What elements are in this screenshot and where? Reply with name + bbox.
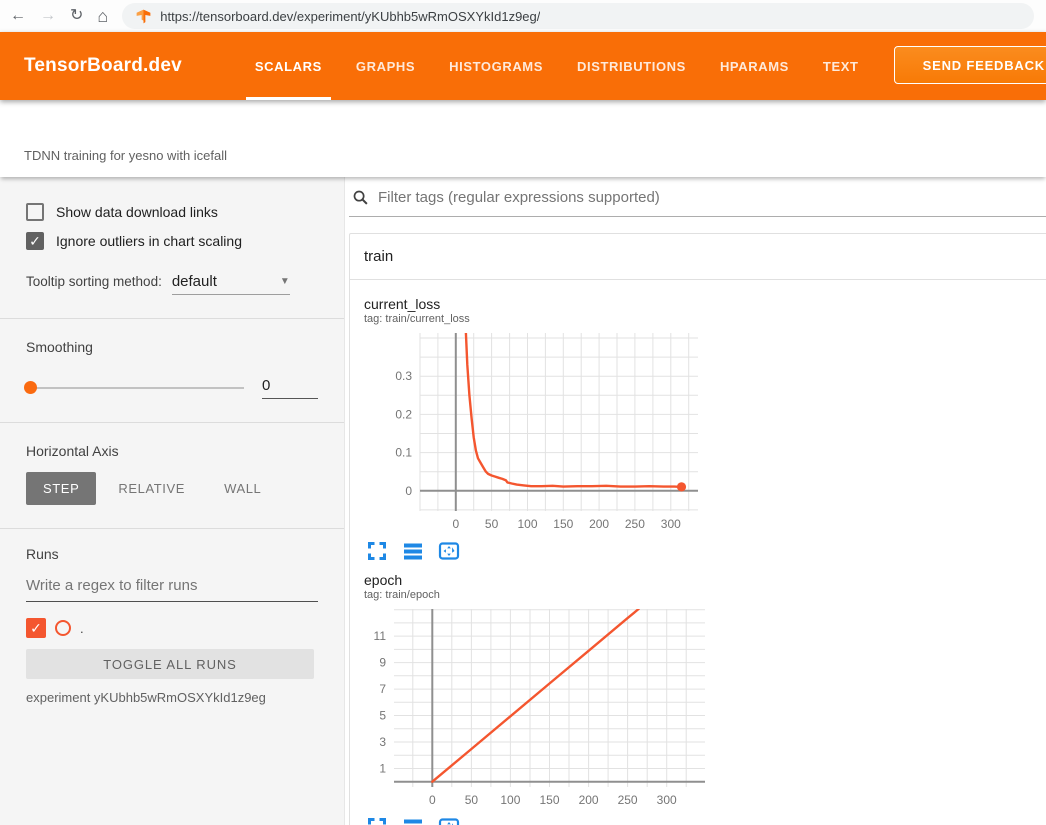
runs-filter-input[interactable] — [26, 577, 318, 602]
content: Show data download links ✓ Ignore outlie… — [0, 177, 1046, 825]
divider — [0, 318, 344, 319]
svg-text:0: 0 — [429, 793, 436, 807]
tab-graphs[interactable]: GRAPHS — [339, 32, 432, 100]
svg-text:5: 5 — [379, 709, 386, 723]
back-icon[interactable]: ← — [10, 8, 26, 24]
run-name: . — [80, 621, 84, 636]
browser-toolbar: ← → ↻ ⌂ https://tensorboard.dev/experime… — [0, 0, 1046, 32]
run-row: ✓ . — [26, 618, 344, 638]
chart-title: current_loss — [364, 296, 705, 312]
chart-plot-current_loss[interactable]: 0 50 100 150 200 250 300 0 0.1 0.2 0.3 — [360, 333, 705, 535]
tab-distributions[interactable]: DISTRIBUTIONS — [560, 32, 703, 100]
tab-hparams[interactable]: HPARAMS — [703, 32, 806, 100]
tab-histograms[interactable]: HISTOGRAMS — [432, 32, 560, 100]
svg-text:0: 0 — [452, 517, 459, 531]
svg-text:150: 150 — [539, 793, 559, 807]
fit-domain-icon[interactable] — [438, 540, 460, 562]
forward-icon[interactable]: → — [40, 8, 56, 24]
svg-text:250: 250 — [625, 517, 645, 531]
section-header-train[interactable]: train — [350, 234, 1046, 280]
show-download-links-checkbox[interactable] — [26, 203, 44, 221]
chart-actions — [360, 816, 705, 825]
settings-sidebar: Show data download links ✓ Ignore outlie… — [0, 177, 345, 825]
home-icon[interactable]: ⌂ — [97, 7, 108, 25]
ignore-outliers-label: Ignore outliers in chart scaling — [56, 233, 242, 249]
svg-text:300: 300 — [661, 517, 681, 531]
axis-button-wall[interactable]: WALL — [207, 472, 278, 505]
expand-icon[interactable] — [366, 816, 388, 825]
send-feedback-button[interactable]: SEND FEEDBACK — [894, 46, 1046, 84]
svg-text:3: 3 — [379, 735, 386, 749]
chart-tag: tag: train/epoch — [364, 589, 705, 601]
svg-text:7: 7 — [379, 682, 386, 696]
show-download-links-label: Show data download links — [56, 204, 218, 220]
tab-text[interactable]: TEXT — [806, 32, 876, 100]
chart-plot-epoch[interactable]: 0 50 100 150 200 250 300 1 3 5 7 9 11 — [360, 609, 705, 811]
svg-text:0.1: 0.1 — [395, 446, 412, 460]
svg-text:50: 50 — [485, 517, 499, 531]
svg-text:11: 11 — [374, 629, 387, 643]
train-section-card: train current_losstag: train/current_los… — [349, 233, 1046, 825]
log-scale-icon[interactable] — [402, 540, 424, 562]
svg-text:250: 250 — [618, 793, 638, 807]
filter-tags-input[interactable] — [378, 189, 1046, 206]
horizontal-axis-buttons: STEPRELATIVEWALL — [26, 472, 344, 505]
divider — [0, 422, 344, 423]
axis-button-step[interactable]: STEP — [26, 472, 96, 505]
reload-icon[interactable]: ↻ — [70, 8, 83, 24]
app-header: TensorBoard.dev SCALARSGRAPHSHISTOGRAMSD… — [0, 32, 1046, 100]
fit-domain-icon[interactable] — [438, 816, 460, 825]
svg-text:300: 300 — [657, 793, 677, 807]
svg-text:0.2: 0.2 — [395, 407, 412, 421]
url-text: https://tensorboard.dev/experiment/yKUbh… — [160, 9, 540, 24]
smoothing-label: Smoothing — [26, 339, 344, 355]
svg-text:100: 100 — [517, 517, 537, 531]
tooltip-sorting-dropdown[interactable]: default ▼ — [172, 273, 290, 295]
divider — [0, 528, 344, 529]
svg-text:0.3: 0.3 — [395, 369, 412, 383]
main-panel: train current_losstag: train/current_los… — [345, 177, 1046, 825]
search-icon — [352, 189, 369, 206]
chart-title: epoch — [364, 572, 705, 588]
smoothing-slider[interactable] — [26, 387, 244, 389]
svg-text:9: 9 — [379, 656, 386, 670]
chart-card-epoch: epochtag: train/epoch 0 50 100 150 200 250 300 1… — [360, 572, 705, 825]
charts-grid: current_losstag: train/current_loss05010… — [350, 280, 1042, 825]
log-scale-icon[interactable] — [402, 816, 424, 825]
toggle-all-runs-button[interactable]: TOGGLE ALL RUNS — [26, 649, 314, 679]
tooltip-sorting-value: default — [172, 273, 217, 290]
chevron-down-icon: ▼ — [280, 276, 290, 287]
runs-label: Runs — [26, 546, 344, 562]
app-logo[interactable]: TensorBoard.dev — [24, 55, 182, 77]
svg-text:0: 0 — [405, 484, 412, 498]
tooltip-sorting-label: Tooltip sorting method: — [26, 274, 162, 289]
address-bar[interactable]: https://tensorboard.dev/experiment/yKUbh… — [122, 3, 1034, 29]
tab-scalars[interactable]: SCALARS — [238, 32, 339, 100]
chart-actions — [360, 540, 705, 562]
svg-text:200: 200 — [589, 517, 609, 531]
svg-text:50: 50 — [465, 793, 479, 807]
experiment-title: TDNN training for yesno with icefall — [0, 100, 1046, 177]
experiment-id: experiment yKUbhb5wRmOSXYkId1z9eg — [26, 690, 344, 705]
axis-button-relative[interactable]: RELATIVE — [101, 472, 202, 505]
run-checkbox[interactable]: ✓ — [26, 618, 46, 638]
svg-text:1: 1 — [379, 762, 386, 776]
smoothing-slider-thumb[interactable] — [24, 381, 37, 394]
svg-text:150: 150 — [553, 517, 573, 531]
horizontal-axis-label: Horizontal Axis — [26, 443, 344, 459]
ignore-outliers-checkbox[interactable]: ✓ — [26, 232, 44, 250]
nav-tabs: SCALARSGRAPHSHISTOGRAMSDISTRIBUTIONSHPAR… — [238, 32, 876, 100]
filter-tags-row — [349, 189, 1046, 217]
svg-text:100: 100 — [500, 793, 520, 807]
chart-tag: tag: train/current_loss — [364, 313, 705, 325]
expand-icon[interactable] — [366, 540, 388, 562]
chart-card-current_loss: current_losstag: train/current_loss 0 50 10… — [360, 296, 705, 562]
svg-text:200: 200 — [579, 793, 599, 807]
run-color-swatch — [55, 620, 71, 636]
smoothing-value-input[interactable] — [262, 377, 318, 399]
tensorboard-favicon — [136, 9, 151, 24]
